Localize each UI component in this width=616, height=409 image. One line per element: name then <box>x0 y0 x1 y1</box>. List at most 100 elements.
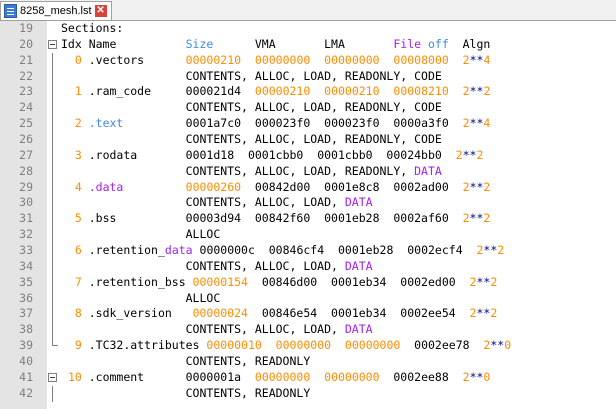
fold-guide <box>52 100 53 117</box>
code-text: ALLOC <box>61 291 221 307</box>
code-token: CONTENTS, ALLOC, LOAD, READONLY, CODE <box>61 68 442 83</box>
code-text: Sections: <box>61 21 123 37</box>
fold-guide <box>52 306 53 323</box>
code-token: 00000260 <box>185 179 242 194</box>
code-token: DATA <box>344 258 373 273</box>
code-token: DATA <box>344 322 373 337</box>
line-number: 21 <box>19 52 33 67</box>
code-token: .bss 00003d94 00842f60 0001eb28 0002af60 <box>81 211 463 226</box>
code-token: 2 <box>74 116 82 131</box>
code-token: CONTENTS, ALLOC, LOAD, READONLY, CODE <box>61 132 442 147</box>
code-line: 24 CONTENTS, ALLOC, LOAD, READONLY, CODE <box>0 100 616 117</box>
line-number: 27 <box>19 147 33 162</box>
code-token: 00000000 <box>324 369 380 384</box>
code-token: 0 <box>74 52 82 67</box>
fold-guide <box>52 163 53 180</box>
code-token: 2 <box>462 116 470 131</box>
code-token: ** <box>469 84 484 99</box>
close-tab-icon[interactable]: ✕ <box>94 5 107 17</box>
line-number: 35 <box>19 274 33 289</box>
code-line: 31 5 .bss 00003d94 00842f60 0001eb28 000… <box>0 211 616 228</box>
fold-guide <box>52 84 53 101</box>
code-text: CONTENTS, ALLOC, LOAD, DATA <box>61 322 373 338</box>
code-line: 39 9 .TC32.attributes 00000010 00000000 … <box>0 338 616 354</box>
code-token: CONTENTS, ALLOC, LOAD, <box>61 195 345 210</box>
code-line: 34 CONTENTS, ALLOC, LOAD, DATA <box>0 258 616 275</box>
code-token: off <box>427 36 449 51</box>
code-token: 00000000 <box>344 338 401 353</box>
code-token: 6 <box>74 243 82 258</box>
code-token: 7 <box>74 274 82 289</box>
fold-guide <box>52 322 53 339</box>
code-token: 2 <box>462 179 470 194</box>
code-line: 42 CONTENTS, READONLY <box>0 385 616 402</box>
code-text: 5 .bss 00003d94 00842f60 0001eb28 0002af… <box>61 211 490 227</box>
code-text: Idx Name Size VMA LMA File off Algn <box>61 37 490 53</box>
code-token: ** <box>469 211 484 226</box>
code-token: 00846e54 0001eb34 0002ee54 <box>247 306 470 321</box>
code-token: 00008000 <box>393 52 449 67</box>
code-token: 0 <box>504 338 512 353</box>
code-token: DATA <box>344 195 373 210</box>
code-token: 2 <box>462 84 470 99</box>
file-tab-label: 8258_mesh.lst <box>20 5 92 17</box>
fold-guide <box>52 116 53 133</box>
code-token: ** <box>469 179 484 194</box>
tab-bar: 8258_mesh.lst ✕ <box>0 0 616 21</box>
fold-guide <box>52 274 53 291</box>
code-token: 00000154 <box>192 274 248 289</box>
fold-end-guide <box>52 338 58 347</box>
code-token: DATA <box>414 163 442 178</box>
code-line: 25 2 .text 0001a7c0 000023f0 000023f0 00… <box>0 116 616 133</box>
fold-guide <box>52 385 53 402</box>
fold-guide <box>52 132 53 148</box>
code-token: 10 <box>67 369 82 384</box>
code-token: 2 <box>490 306 498 321</box>
code-line: 30 CONTENTS, ALLOC, LOAD, DATA <box>0 195 616 212</box>
line-number: 20 <box>19 36 33 51</box>
line-number: 41 <box>19 369 33 384</box>
code-text: 0 .vectors 00000210 00000000 00000000 00… <box>61 52 491 69</box>
code-token: 2 <box>483 84 491 99</box>
code-token: 2 <box>497 243 505 258</box>
code-token: 2 <box>462 369 470 384</box>
code-line: 41 10 .comment 0000001a 00000000 0000000… <box>0 370 616 386</box>
code-line: 26 CONTENTS, ALLOC, LOAD, READONLY, CODE <box>0 132 616 148</box>
code-line: 38 CONTENTS, ALLOC, LOAD, DATA <box>0 322 616 339</box>
line-number: 33 <box>19 243 33 258</box>
code-line: 37 8 .sdk_version 00000024 00846e54 0001… <box>0 306 616 323</box>
fold-guide <box>52 179 53 196</box>
code-token: CONTENTS, ALLOC, LOAD, READONLY, <box>61 163 415 178</box>
line-number: 19 <box>19 21 33 35</box>
line-number: 22 <box>19 68 33 83</box>
code-token: 00000210 <box>185 52 242 67</box>
editor-text-area[interactable]: 19 Sections: 20 Idx Name Size VMA LMA File … <box>0 21 616 402</box>
code-text: 10 .comment 0000001a 00000000 00000000 0… <box>61 370 490 386</box>
code-line: 36 ALLOC <box>0 290 616 307</box>
code-text: CONTENTS, ALLOC, LOAD, READONLY, CODE <box>61 100 442 116</box>
code-token: .sdk_version <box>81 306 193 321</box>
fold-toggle-icon[interactable] <box>48 39 57 49</box>
code-token: 4 <box>74 179 82 194</box>
file-tab[interactable]: 8258_mesh.lst ✕ <box>0 1 112 20</box>
code-token: 00842d00 0001e8c8 0002ad00 <box>241 179 463 194</box>
code-token: 3 <box>74 147 82 162</box>
code-token: 00000000 <box>324 52 380 67</box>
code-token: .retention_ <box>81 243 165 258</box>
code-token: 2 <box>476 147 484 162</box>
line-number: 32 <box>19 227 33 242</box>
fold-toggle-icon[interactable] <box>48 372 57 382</box>
fold-guide <box>52 195 53 212</box>
code-token: 2 <box>490 274 498 289</box>
code-token: Algn <box>448 36 491 51</box>
code-token: CONTENTS, READONLY <box>61 385 311 400</box>
